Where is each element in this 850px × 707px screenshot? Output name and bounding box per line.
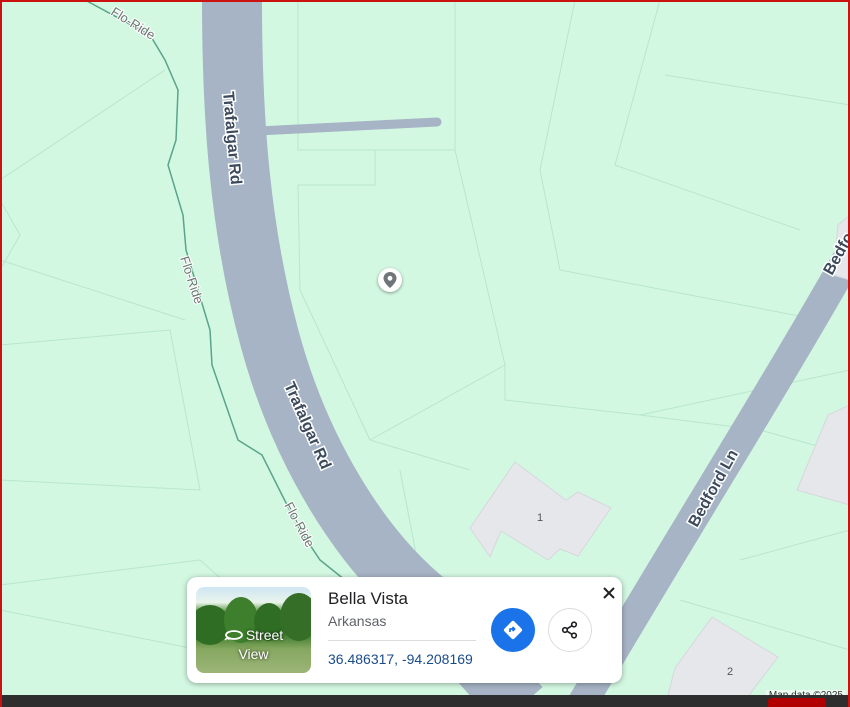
street-view-label-line1: Street: [245, 626, 284, 643]
building-3: [796, 404, 850, 506]
share-button[interactable]: [548, 608, 592, 652]
divider: [328, 640, 476, 641]
close-icon: [603, 587, 615, 599]
trail-label-top: Flo-Ride: [108, 4, 158, 43]
house-number-1: 1: [537, 512, 543, 524]
place-card: Street View Bella Vista Arkansas 36.4863…: [187, 577, 622, 683]
directions-icon: [503, 620, 523, 640]
place-subtitle: Arkansas: [328, 613, 387, 629]
street-view-thumbnail[interactable]: Street View: [196, 587, 311, 673]
taskbar-highlight: [768, 698, 826, 707]
building-2: [664, 616, 779, 707]
house-number-2: 2: [727, 666, 733, 678]
pin-glyph-icon: [383, 272, 397, 288]
taskbar-strip: [0, 695, 850, 707]
street-view-label-line2: View: [238, 646, 269, 662]
street-view-icon: [224, 627, 244, 645]
coordinates-link[interactable]: 36.486317, -94.208169: [328, 651, 473, 667]
place-title: Bella Vista: [328, 589, 409, 608]
building-1: [469, 461, 612, 561]
map-canvas[interactable]: Trafalgar Rd Trafalgar Rd Bedford Ln Bed…: [0, 0, 850, 707]
location-pin-icon[interactable]: [378, 268, 402, 292]
directions-button[interactable]: [491, 608, 535, 652]
close-button[interactable]: [598, 582, 620, 604]
trail-label-mid: Flo-Ride: [177, 254, 206, 305]
street-view-label: Street View: [196, 626, 311, 663]
share-icon: [561, 621, 578, 639]
driveway: [253, 117, 442, 136]
